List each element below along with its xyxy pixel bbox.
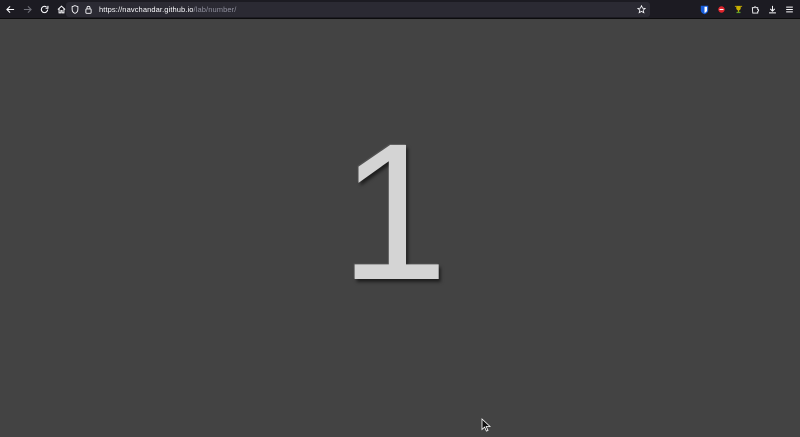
menu-icon[interactable] <box>781 2 798 18</box>
url-text[interactable]: https://navchandar.github.io/lab/number/ <box>99 5 236 14</box>
trophy-icon[interactable] <box>730 2 747 18</box>
arrow-right-icon <box>23 5 32 13</box>
home-icon <box>57 4 65 13</box>
mouse-pointer-icon <box>481 418 491 432</box>
url-bar[interactable]: https://navchandar.github.io/lab/number/ <box>66 2 650 17</box>
puzzle-icon[interactable] <box>747 2 764 18</box>
red-extension-icon[interactable] <box>713 2 730 18</box>
arrow-left-icon <box>5 5 14 13</box>
bookmark-star-icon[interactable] <box>635 3 647 15</box>
download-icon[interactable] <box>764 2 781 18</box>
back-button[interactable] <box>2 1 18 17</box>
extensions-area <box>696 0 800 19</box>
shield-icon[interactable] <box>69 4 81 16</box>
reload-button[interactable] <box>36 1 52 17</box>
displayed-number: 1 <box>339 103 449 321</box>
page-content[interactable]: 1 <box>0 19 800 437</box>
lock-icon[interactable] <box>82 4 94 16</box>
browser-toolbar: https://navchandar.github.io/lab/number/ <box>0 0 800 19</box>
url-path: /lab/number/ <box>193 5 237 14</box>
url-host: https://navchandar.github.io <box>99 5 194 14</box>
forward-button[interactable] <box>19 1 35 17</box>
bitwarden-icon[interactable] <box>696 2 713 18</box>
reload-icon <box>40 5 48 13</box>
